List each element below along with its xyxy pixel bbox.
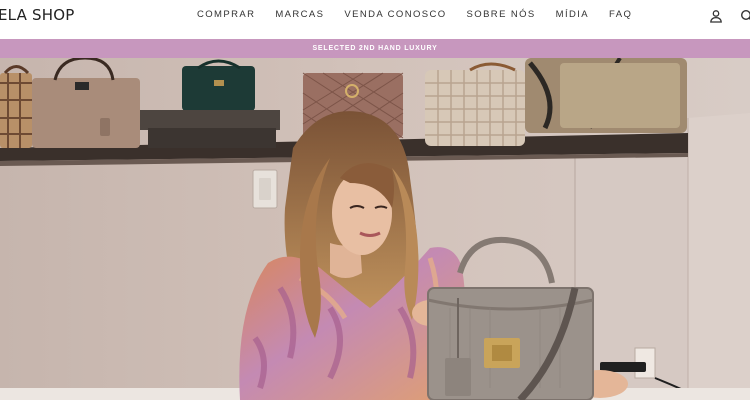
- announcement-bar: SELECTED 2ND HAND LUXURY: [0, 39, 750, 58]
- nav-item-faq[interactable]: FAQ: [609, 9, 632, 21]
- site-logo[interactable]: ELA SHOP: [0, 6, 74, 24]
- announcement-text: SELECTED 2ND HAND LUXURY: [312, 45, 438, 52]
- nav-item-venda-conosco[interactable]: VENDA CONOSCO: [344, 9, 446, 21]
- nav-item-comprar[interactable]: COMPRAR: [197, 9, 255, 21]
- search-icon[interactable]: [740, 9, 750, 23]
- main-nav: COMPRAR MARCAS VENDA CONOSCO SOBRE NÓS M…: [197, 9, 652, 21]
- site-header: ELA SHOP COMPRAR MARCAS VENDA CONOSCO SO…: [0, 0, 750, 39]
- nav-item-midia[interactable]: MÍDIA: [556, 9, 589, 21]
- hero-banner[interactable]: [0, 58, 750, 400]
- nav-item-sobre-nos[interactable]: SOBRE NÓS: [467, 9, 536, 21]
- nav-item-marcas[interactable]: MARCAS: [275, 9, 324, 21]
- account-icon[interactable]: [709, 9, 723, 23]
- hero-image: [0, 58, 750, 400]
